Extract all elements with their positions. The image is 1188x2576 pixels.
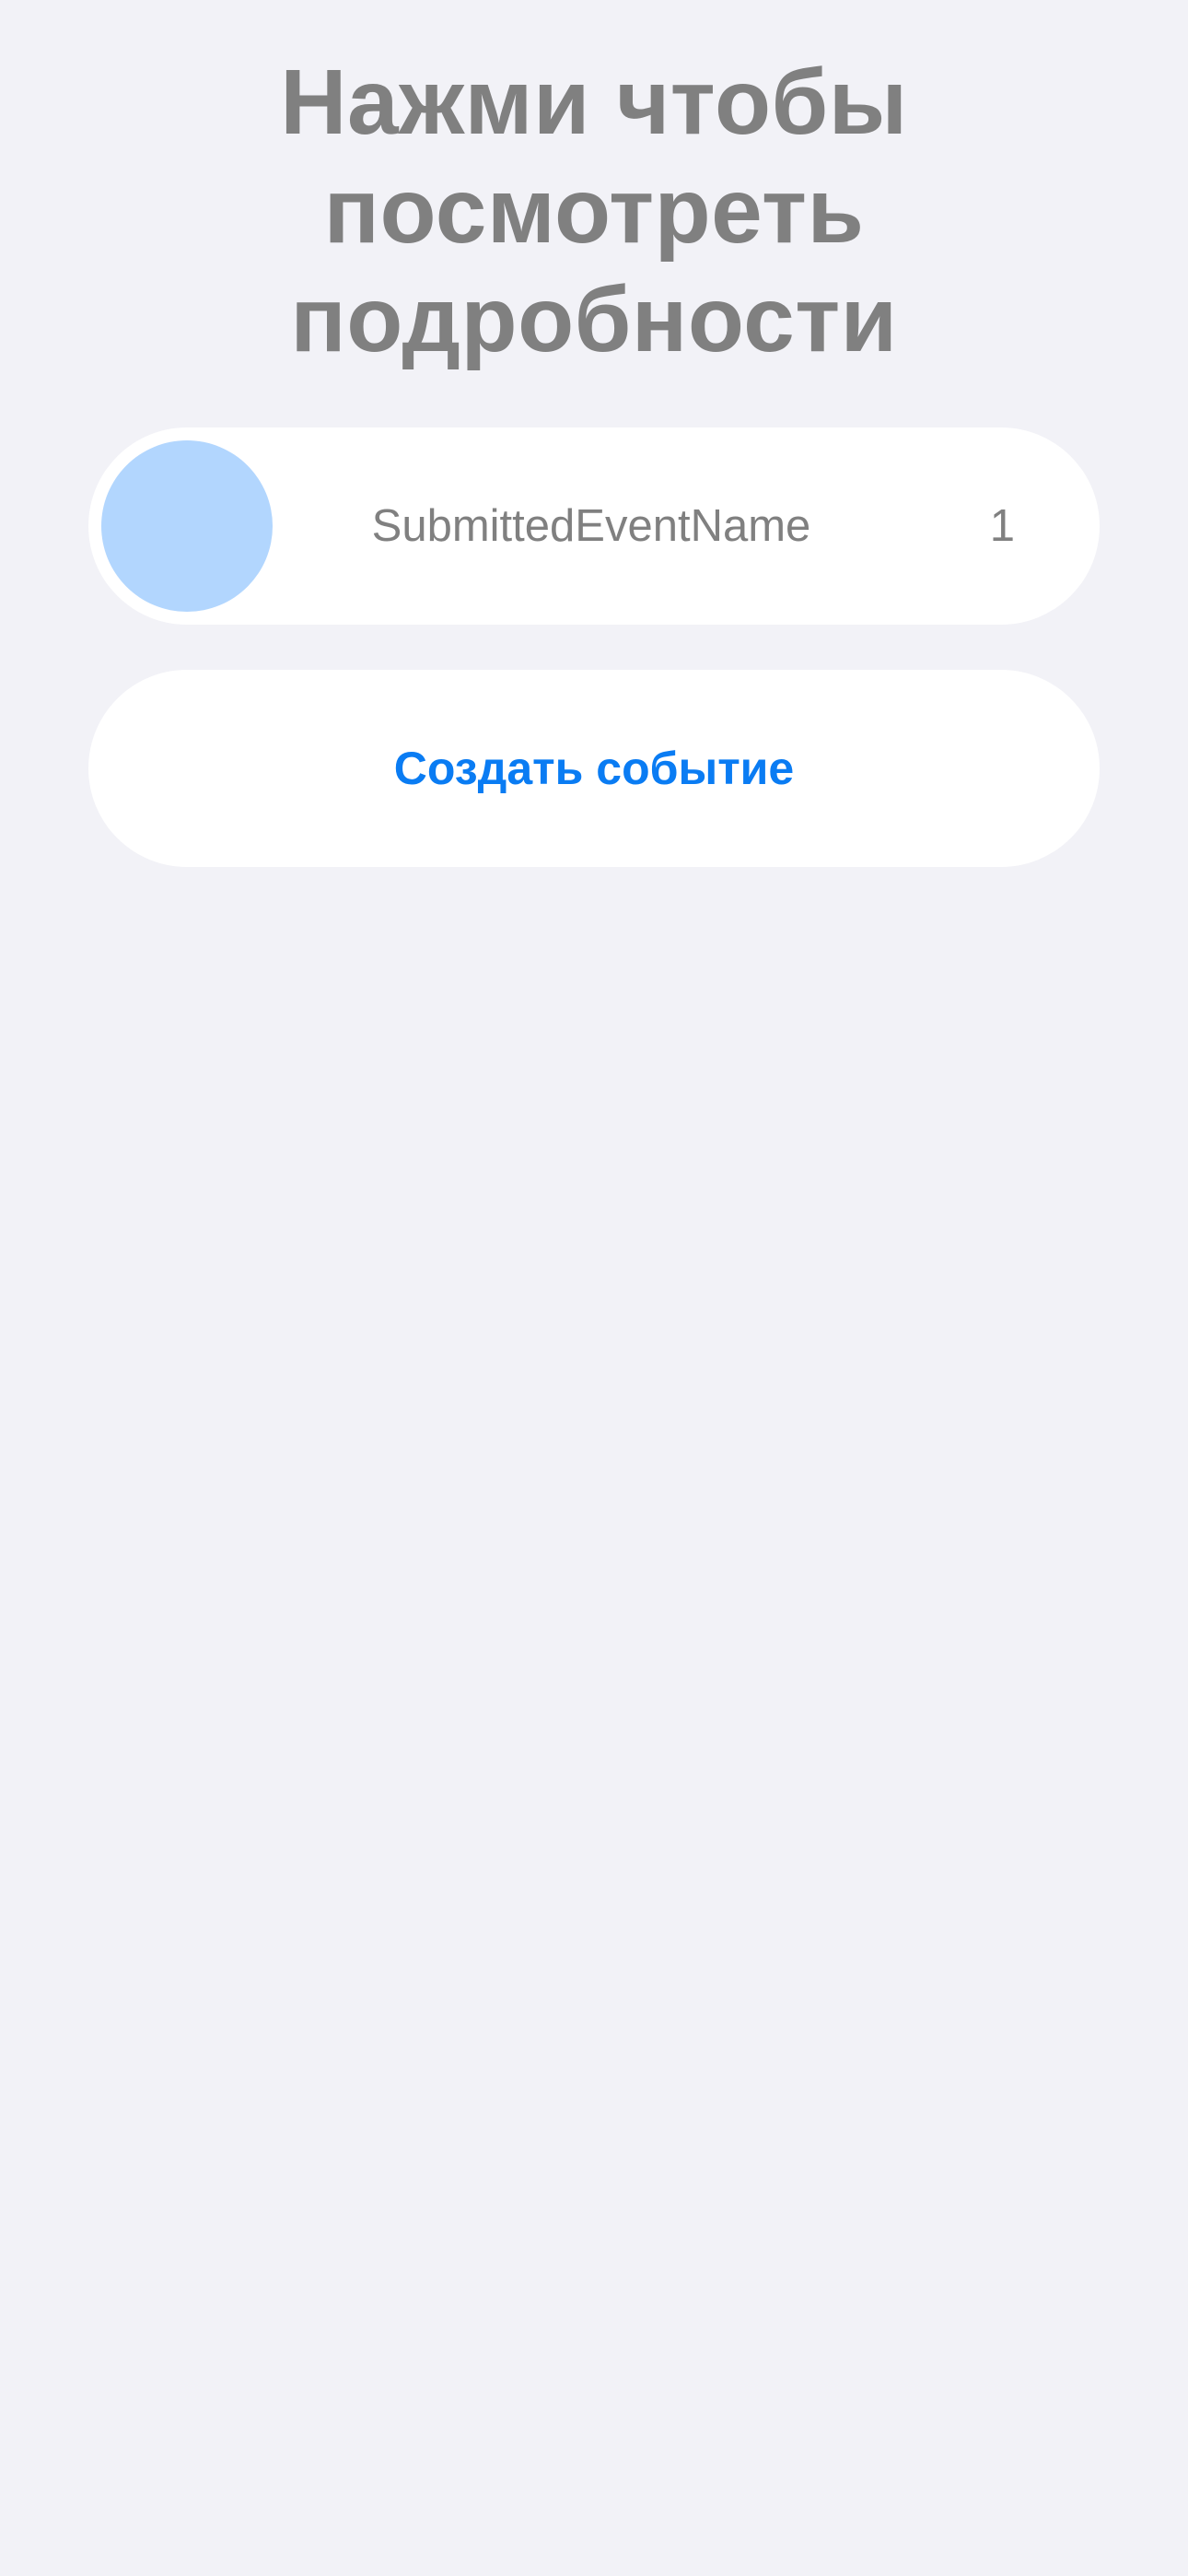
create-event-button[interactable]: Создать событие [88,670,1100,867]
page-title: Нажми чтобы посмотреть подробности [0,48,1188,374]
event-count: 1 [989,501,1015,551]
page-title-line-1: Нажми чтобы [280,51,908,154]
event-avatar [101,440,273,612]
screen: Нажми чтобы посмотреть подробности Submi… [0,0,1188,2576]
page-title-line-2: посмотреть [323,159,865,263]
page-title-line-3: подробности [290,268,898,371]
event-row[interactable]: SubmittedEventName 1 [88,427,1100,625]
event-name: SubmittedEventName [371,501,811,551]
